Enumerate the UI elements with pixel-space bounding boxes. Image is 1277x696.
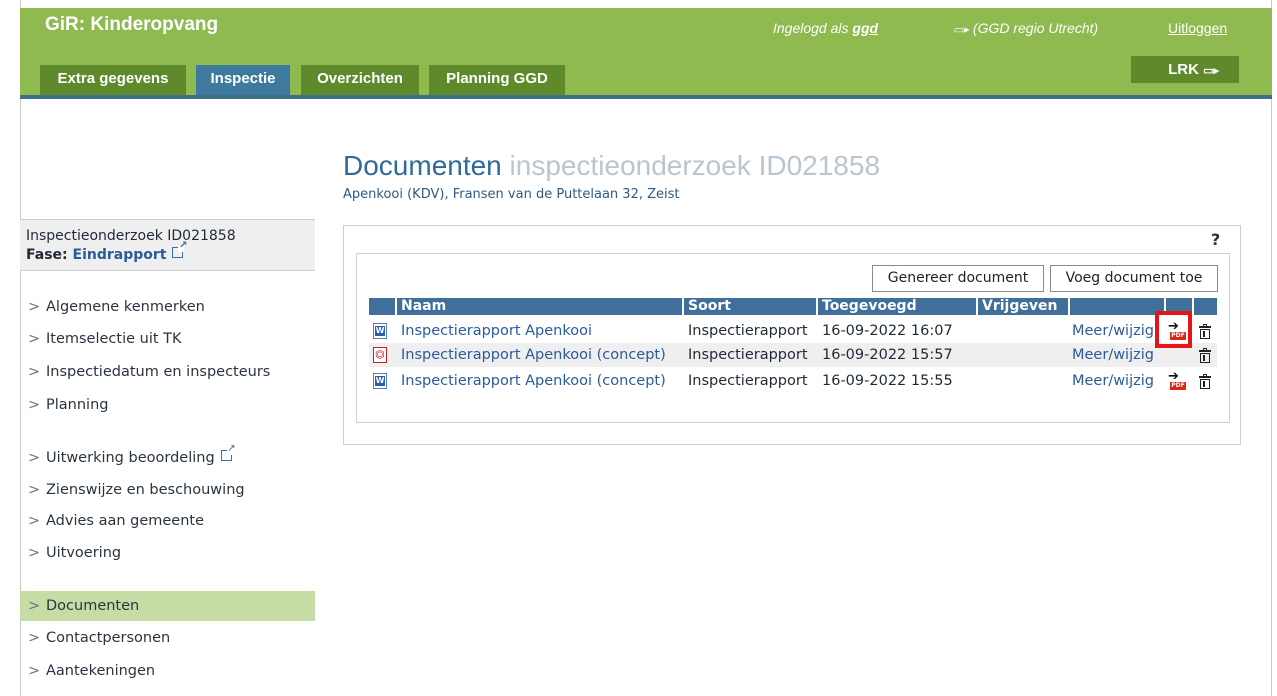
table-row: Inspectierapport Apenkooi Inspectierappo… bbox=[369, 319, 1217, 343]
document-added: 16-09-2022 15:57 bbox=[822, 347, 953, 363]
region-link[interactable]: ▭▸ (GGD regio Utrecht) bbox=[953, 20, 1098, 36]
sidebar-item-label: Contactpersonen bbox=[46, 630, 171, 646]
chevron-right-icon: > bbox=[28, 331, 41, 347]
table-row: Inspectierapport Apenkooi (concept) Insp… bbox=[369, 343, 1217, 367]
page-title-sub: inspectieonderzoek ID021858 bbox=[509, 150, 881, 181]
phase-label: Fase: bbox=[26, 247, 73, 263]
column-header-toegevoegd[interactable]: Toegevoegd bbox=[818, 298, 978, 315]
tab-extra-gegevens[interactable]: Extra gegevens bbox=[40, 65, 186, 95]
sidebar-item-label: Inspectiedatum en inspecteurs bbox=[46, 364, 271, 380]
trash-icon[interactable] bbox=[1199, 324, 1211, 339]
document-added: 16-09-2022 16:07 bbox=[822, 323, 953, 339]
sidebar-item-itemselectie[interactable]: > Itemselectie uit TK bbox=[20, 324, 315, 354]
phase-value-link[interactable]: Eindrapport bbox=[73, 247, 167, 263]
login-status: Ingelogd als ggd bbox=[773, 20, 878, 36]
external-link-icon bbox=[220, 444, 236, 461]
sidebar-phase: Fase: Eindrapport bbox=[26, 241, 187, 263]
sidebar-item-zienswijze[interactable]: > Zienswijze en beschouwing bbox=[20, 475, 315, 505]
chevron-right-icon: > bbox=[28, 299, 41, 315]
tab-overzichten[interactable]: Overzichten bbox=[301, 65, 419, 95]
sidebar-item-aantekeningen[interactable]: > Aantekeningen bbox=[20, 656, 315, 686]
header-icon-column bbox=[369, 298, 397, 315]
more-edit-link[interactable]: Meer/wijzig bbox=[1072, 369, 1154, 393]
sidebar-item-label: Documenten bbox=[46, 598, 140, 614]
sidebar-item-advies-gemeente[interactable]: > Advies aan gemeente bbox=[20, 506, 315, 536]
column-header-actions bbox=[1070, 298, 1166, 315]
column-header-vrijgeven[interactable]: Vrijgeven bbox=[978, 298, 1070, 315]
document-name-link[interactable]: Inspectierapport Apenkooi (concept) bbox=[401, 343, 666, 367]
chevron-right-icon: > bbox=[28, 397, 41, 413]
document-name-link[interactable]: Inspectierapport Apenkooi (concept) bbox=[401, 369, 666, 393]
chevron-right-icon: > bbox=[28, 598, 41, 614]
word-doc-icon bbox=[373, 323, 387, 339]
region-icon: ▭▸ bbox=[953, 24, 969, 36]
pdf-doc-icon bbox=[373, 347, 387, 363]
document-type: Inspectierapport bbox=[688, 323, 808, 339]
sidebar-item-label: Algemene kenmerken bbox=[46, 299, 205, 315]
more-edit-link[interactable]: Meer/wijzig bbox=[1072, 319, 1159, 343]
document-name-link[interactable]: Inspectierapport Apenkooi bbox=[401, 319, 592, 343]
header-divider bbox=[20, 95, 1272, 99]
page-title-main: Documenten bbox=[343, 150, 502, 181]
sidebar-header bbox=[20, 219, 315, 271]
page-title: Documenten inspectieonderzoek ID021858 bbox=[343, 150, 880, 182]
sidebar-item-label: Uitwerking beoordeling bbox=[46, 450, 215, 466]
sidebar-item-uitvoering[interactable]: > Uitvoering bbox=[20, 538, 315, 568]
document-type: Inspectierapport bbox=[688, 347, 808, 363]
chevron-right-icon: > bbox=[28, 663, 41, 679]
sidebar-item-inspectiedatum[interactable]: > Inspectiedatum en inspecteurs bbox=[20, 357, 315, 387]
chevron-right-icon: > bbox=[28, 545, 41, 561]
login-user[interactable]: ggd bbox=[852, 20, 878, 36]
lrk-label: LRK bbox=[1168, 61, 1199, 78]
document-added: 16-09-2022 15:55 bbox=[822, 373, 953, 389]
app-title: GiR: Kinderopvang bbox=[45, 14, 219, 35]
tab-planning-ggd[interactable]: Planning GGD bbox=[429, 65, 565, 95]
page-subtitle: Apenkooi (KDV), Fransen van de Puttelaan… bbox=[343, 187, 680, 202]
column-header-delete bbox=[1194, 298, 1217, 315]
pdf-badge: PDF bbox=[1170, 382, 1186, 390]
add-document-button[interactable]: Voeg document toe bbox=[1050, 265, 1218, 292]
login-prefix: Ingelogd als bbox=[773, 20, 853, 36]
chevron-right-icon: > bbox=[28, 513, 41, 529]
sidebar-item-contactpersonen[interactable]: > Contactpersonen bbox=[20, 623, 315, 653]
lrk-button[interactable]: LRK ▭▸ bbox=[1131, 56, 1239, 83]
sidebar-item-uitwerking-beoordeling[interactable]: > Uitwerking beoordeling bbox=[20, 443, 315, 473]
column-header-naam[interactable]: Naam bbox=[397, 298, 684, 315]
chevron-right-icon: > bbox=[28, 482, 41, 498]
sidebar-header-title: Inspectieonderzoek ID021858 bbox=[26, 228, 236, 244]
arrow-right-icon: ➔ bbox=[1168, 369, 1179, 384]
sidebar-item-label: Itemselectie uit TK bbox=[46, 331, 182, 347]
sidebar-item-label: Uitvoering bbox=[46, 545, 122, 561]
trash-icon[interactable] bbox=[1199, 374, 1211, 389]
column-header-soort[interactable]: Soort bbox=[684, 298, 818, 315]
generate-document-button[interactable]: Genereer document bbox=[872, 265, 1044, 292]
sidebar-item-label: Aantekeningen bbox=[46, 663, 156, 679]
document-type: Inspectierapport bbox=[688, 373, 808, 389]
chevron-right-icon: > bbox=[28, 630, 41, 646]
trash-icon[interactable] bbox=[1199, 348, 1211, 363]
highlight-box bbox=[1155, 311, 1192, 348]
sidebar-item-planning[interactable]: > Planning bbox=[20, 390, 315, 420]
logout-link[interactable]: Uitloggen bbox=[1168, 20, 1227, 36]
lrk-exit-icon: ▭▸ bbox=[1203, 65, 1219, 77]
more-edit-link[interactable]: Meer/wijzig bbox=[1072, 343, 1154, 367]
external-link-icon[interactable] bbox=[172, 241, 187, 258]
convert-to-pdf-icon[interactable]: ➔ PDF bbox=[1168, 369, 1186, 390]
sidebar-item-label: Planning bbox=[46, 397, 109, 413]
help-icon[interactable]: ? bbox=[1211, 230, 1220, 249]
word-doc-icon bbox=[373, 373, 387, 389]
sidebar-item-label: Advies aan gemeente bbox=[46, 513, 205, 529]
tab-inspectie[interactable]: Inspectie bbox=[196, 65, 290, 95]
table-row: Inspectierapport Apenkooi (concept) Insp… bbox=[369, 369, 1217, 393]
region-label: (GGD regio Utrecht) bbox=[972, 20, 1099, 36]
sidebar-item-documenten[interactable]: > Documenten bbox=[20, 591, 315, 621]
sidebar-item-label: Zienswijze en beschouwing bbox=[46, 482, 245, 498]
chevron-right-icon: > bbox=[28, 450, 41, 466]
chevron-right-icon: > bbox=[28, 364, 41, 380]
sidebar-item-algemene-kenmerken[interactable]: > Algemene kenmerken bbox=[20, 292, 315, 322]
